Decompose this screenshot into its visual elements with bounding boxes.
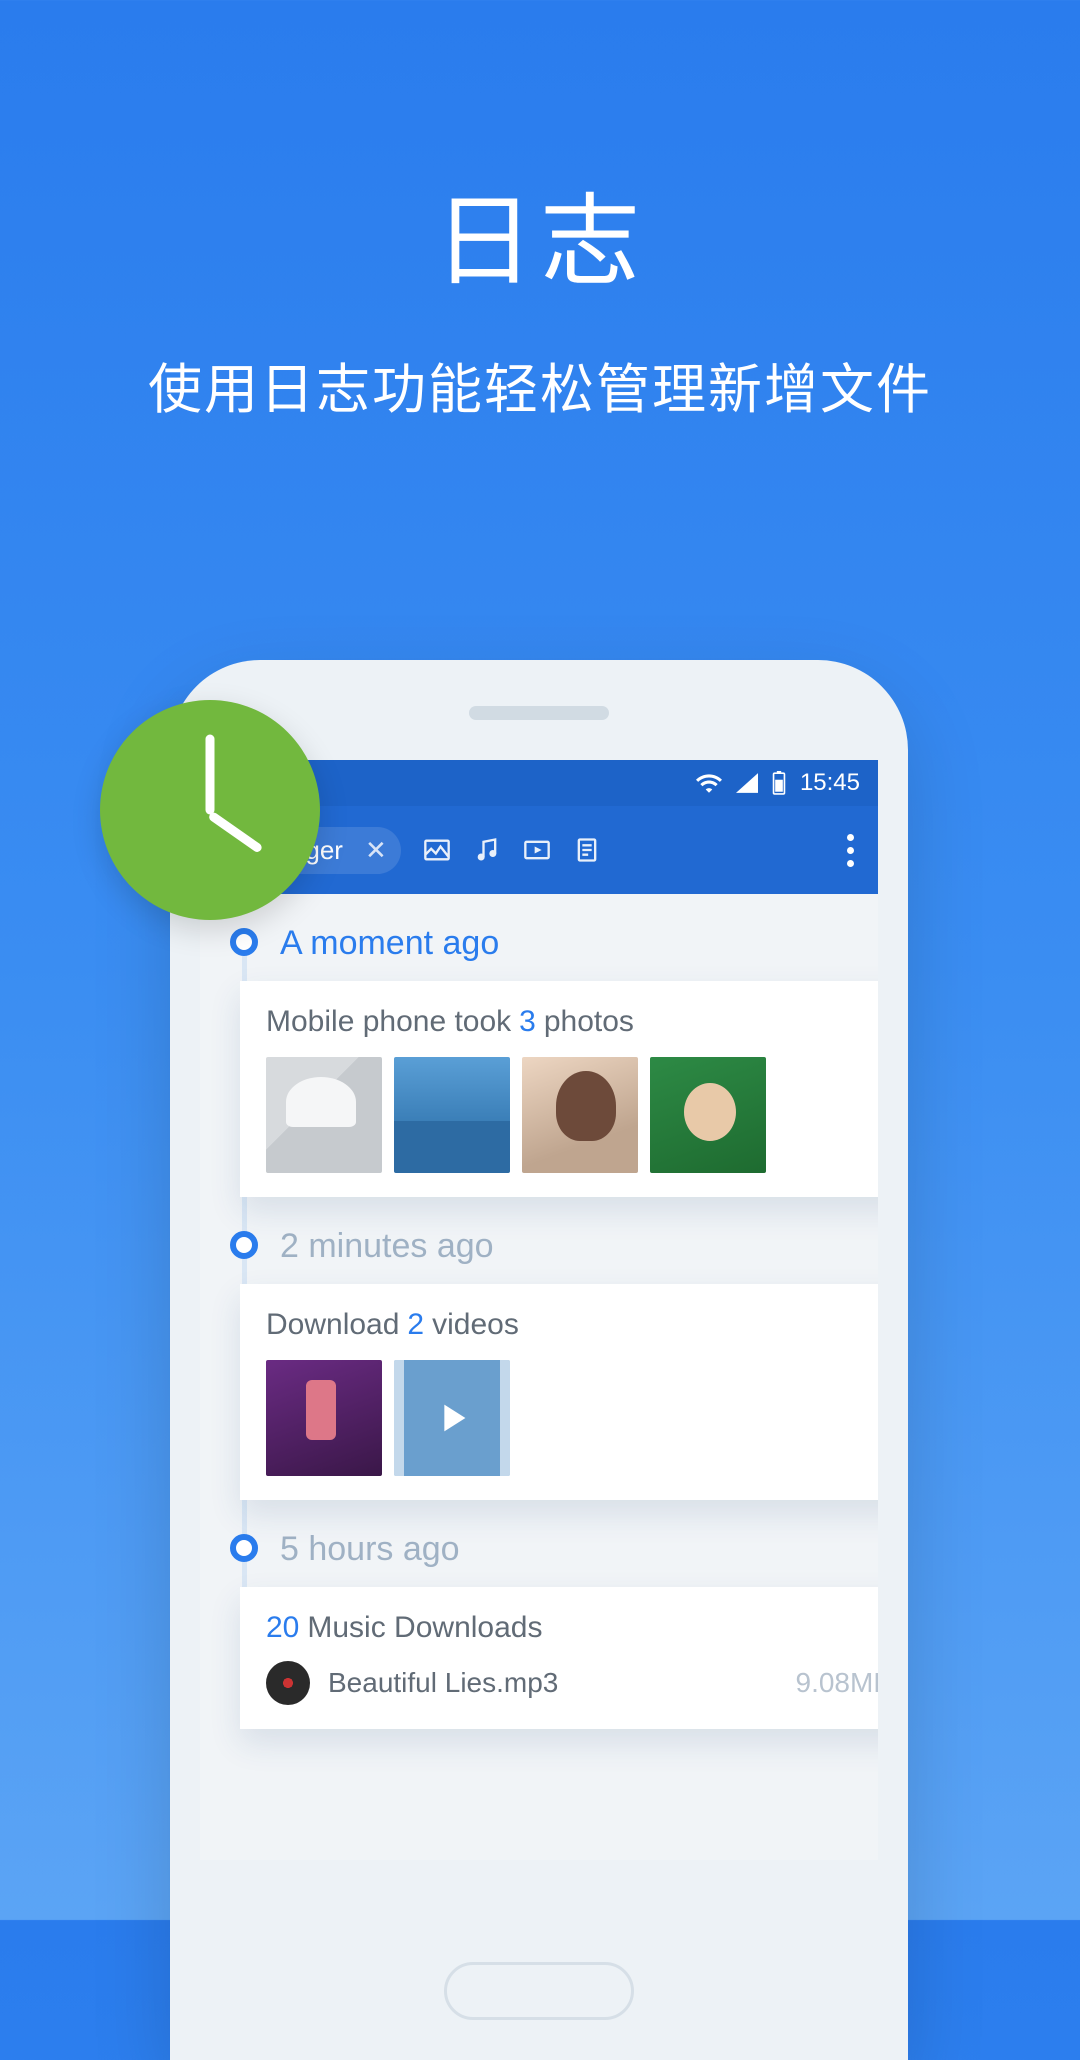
music-filename: Beautiful Lies.mp3 bbox=[328, 1667, 558, 1699]
wifi-icon bbox=[696, 773, 722, 793]
photo-thumb[interactable] bbox=[266, 1057, 382, 1173]
event-time: 2 minutes ago bbox=[280, 1227, 878, 1266]
music-icon[interactable] bbox=[473, 836, 501, 864]
event-title: Mobile phone took 3 photos bbox=[266, 1005, 878, 1039]
event-time: 5 hours ago bbox=[280, 1530, 878, 1569]
timeline-dot bbox=[230, 1231, 258, 1259]
status-time: 15:45 bbox=[800, 769, 860, 797]
music-filesize: 9.08MB bbox=[796, 1667, 879, 1699]
timeline-event: A moment ago Mobile phone took 3 photos bbox=[200, 924, 878, 1197]
event-time: A moment ago bbox=[280, 924, 878, 963]
music-row[interactable]: Beautiful Lies.mp3 9.08MB bbox=[266, 1661, 878, 1705]
hero-title: 日志 bbox=[0, 160, 1080, 305]
home-button[interactable] bbox=[444, 1962, 634, 2020]
appbar-category-icons bbox=[423, 836, 601, 864]
timeline-dot bbox=[230, 1534, 258, 1562]
clock-badge-icon bbox=[100, 700, 320, 920]
phone-speaker bbox=[469, 706, 609, 720]
document-icon[interactable] bbox=[573, 836, 601, 864]
hero-subtitle: 使用日志功能轻松管理新增文件 bbox=[0, 345, 1080, 424]
timeline-event: 5 hours ago 20 Music Downloads Beautiful… bbox=[200, 1530, 878, 1729]
image-icon[interactable] bbox=[423, 836, 451, 864]
hero: 日志 使用日志功能轻松管理新增文件 bbox=[0, 0, 1080, 424]
thumbnail-row bbox=[266, 1057, 878, 1173]
timeline-event: 2 minutes ago Download 2 videos bbox=[200, 1227, 878, 1500]
photo-thumb[interactable] bbox=[522, 1057, 638, 1173]
signal-icon bbox=[736, 773, 758, 793]
event-card[interactable]: 20 Music Downloads Beautiful Lies.mp3 9.… bbox=[240, 1587, 878, 1729]
photo-thumb[interactable] bbox=[650, 1057, 766, 1173]
video-icon[interactable] bbox=[523, 836, 551, 864]
timeline: A moment ago Mobile phone took 3 photos bbox=[200, 894, 878, 1729]
phone-screen: 15:45 Logger ✕ A moment ago bbox=[200, 760, 878, 1860]
event-card[interactable]: Mobile phone took 3 photos bbox=[240, 981, 878, 1197]
play-icon bbox=[429, 1395, 475, 1441]
video-thumb[interactable] bbox=[266, 1360, 382, 1476]
video-thumb[interactable] bbox=[394, 1360, 510, 1476]
event-title: 20 Music Downloads bbox=[266, 1611, 878, 1645]
event-title: Download 2 videos bbox=[266, 1308, 878, 1342]
overflow-menu-button[interactable] bbox=[841, 828, 860, 873]
timeline-dot bbox=[230, 928, 258, 956]
disc-icon bbox=[266, 1661, 310, 1705]
close-icon[interactable]: ✕ bbox=[365, 835, 387, 866]
event-card[interactable]: Download 2 videos bbox=[240, 1284, 878, 1500]
battery-icon bbox=[772, 771, 786, 795]
thumbnail-row bbox=[266, 1360, 878, 1476]
photo-thumb[interactable] bbox=[394, 1057, 510, 1173]
